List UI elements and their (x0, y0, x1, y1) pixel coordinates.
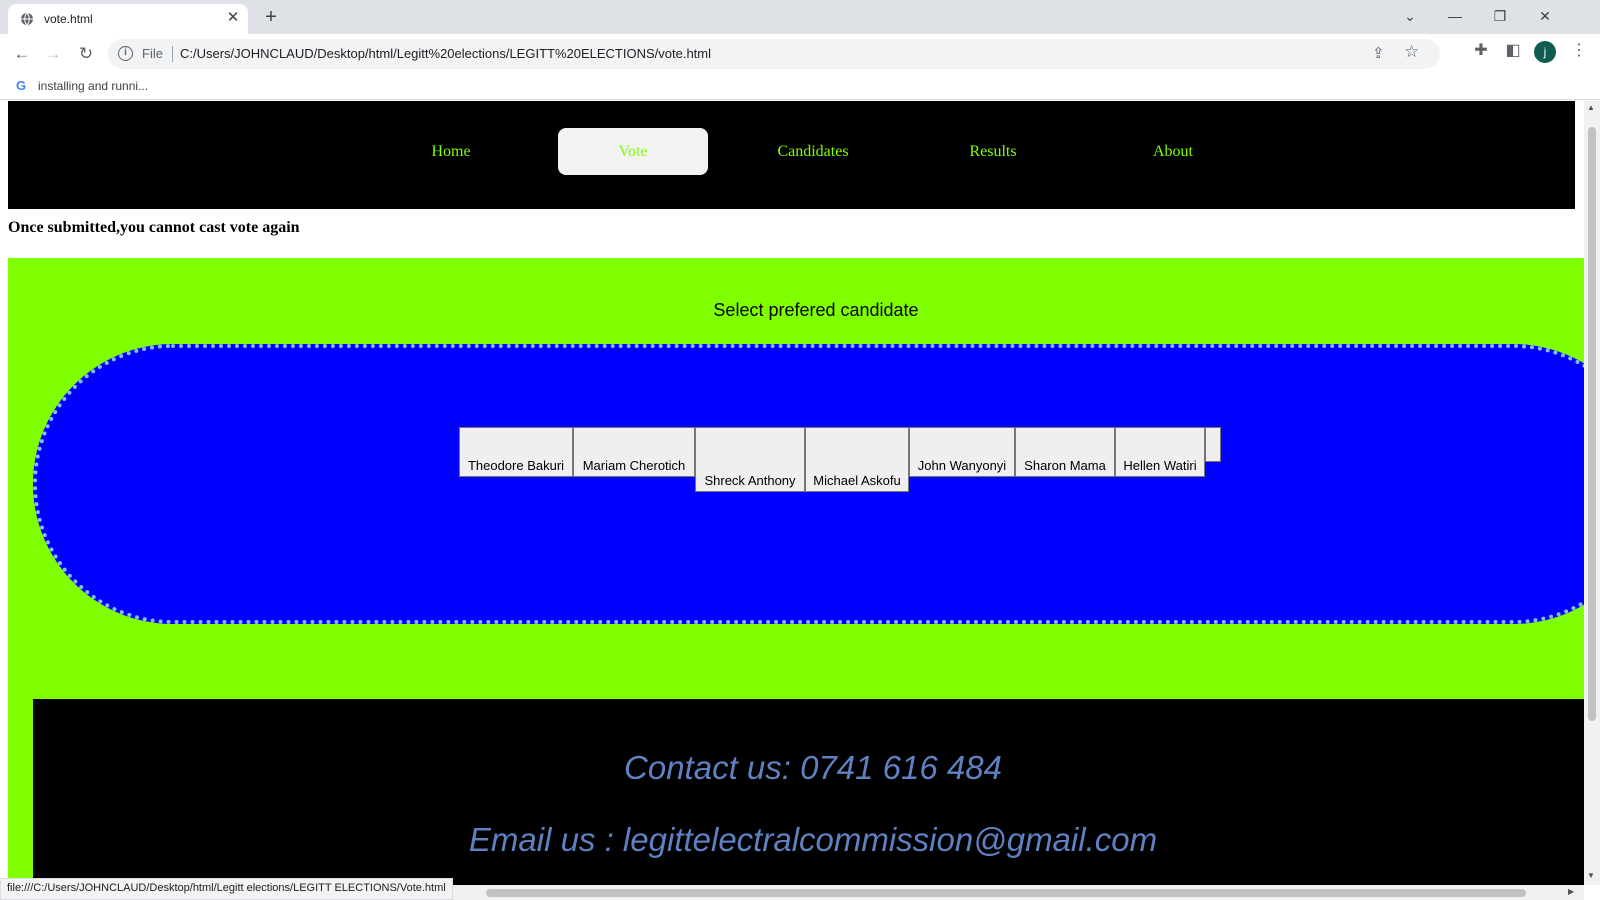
minimize-button[interactable]: — (1440, 4, 1470, 28)
vote-section: Select prefered candidate Theodore Bakur… (8, 258, 1584, 885)
scroll-right-icon[interactable]: ▶ (1568, 887, 1574, 896)
vote-warning: Once submitted,you cannot cast vote agai… (8, 219, 300, 236)
contact-footer: Contact us: 0741 616 484 Email us : legi… (33, 699, 1584, 885)
footer-contact: Contact us: 0741 616 484 (624, 749, 1002, 786)
tab-search-icon[interactable]: ⌄ (1395, 4, 1425, 28)
browser-tab-strip: vote.html ✕ + ⌄ — ❐ ✕ (0, 0, 1600, 34)
candidate-button[interactable]: Sharon Mama (1015, 427, 1115, 477)
restore-button[interactable]: ❐ (1485, 4, 1515, 28)
browser-toolbar: ← → ↻ i File C:/Users/JOHNCLAUD/Desktop/… (0, 34, 1600, 72)
candidate-button[interactable]: Theodore Bakuri (459, 427, 573, 477)
site-navbar: Home Vote Candidates Results About (8, 101, 1575, 209)
nav-about[interactable]: About (1098, 128, 1248, 175)
vertical-scrollbar[interactable]: ▲ ▼ (1584, 101, 1600, 885)
reload-button[interactable]: ↻ (74, 42, 98, 66)
bookmarks-bar: G installing and runni... (0, 72, 1600, 100)
scroll-up-icon[interactable]: ▲ (1587, 103, 1595, 112)
profile-avatar[interactable]: j (1534, 41, 1556, 63)
url-scheme: File (142, 46, 163, 61)
tab-close-icon[interactable]: ✕ (225, 9, 241, 27)
bookmark-item[interactable]: installing and runni... (38, 79, 148, 93)
bookmark-star-icon[interactable]: ☆ (1404, 42, 1419, 62)
browser-tab[interactable]: vote.html ✕ (8, 4, 248, 34)
side-panel-icon[interactable]: ◧ (1502, 40, 1524, 60)
nav-candidates[interactable]: Candidates (738, 128, 888, 175)
google-icon: G (16, 78, 27, 93)
url-text[interactable]: C:/Users/JOHNCLAUD/Desktop/html/Legitt%2… (180, 46, 711, 61)
ballot-panel: Theodore Bakuri Mariam Cherotich Shreck … (33, 344, 1584, 624)
share-icon[interactable]: ⇪ (1372, 44, 1385, 62)
nav-results[interactable]: Results (918, 128, 1068, 175)
divider (172, 46, 173, 62)
candidate-button[interactable]: John Wanyonyi (909, 427, 1015, 477)
scroll-down-icon[interactable]: ▼ (1587, 871, 1595, 880)
scrollbar-thumb[interactable] (486, 889, 1526, 897)
extensions-icon[interactable]: ✚ (1470, 40, 1492, 60)
close-window-button[interactable]: ✕ (1530, 4, 1560, 28)
site-info-icon[interactable]: i (118, 46, 133, 61)
address-bar[interactable]: i File C:/Users/JOHNCLAUD/Desktop/html/L… (108, 39, 1440, 69)
menu-icon[interactable]: ⋮ (1568, 40, 1590, 60)
page-viewport: Home Vote Candidates Results About Once … (0, 101, 1584, 885)
footer-email[interactable]: Email us : legittelectralcommission@gmai… (33, 821, 1584, 859)
candidate-button[interactable]: Mariam Cherotich (573, 427, 695, 477)
nav-home[interactable]: Home (376, 128, 526, 175)
candidate-button[interactable]: Shreck Anthony (695, 427, 805, 492)
submit-button[interactable] (1205, 427, 1221, 462)
vote-heading: Select prefered candidate (713, 300, 919, 320)
candidate-button[interactable]: Michael Askofu (805, 427, 909, 492)
scrollbar-thumb[interactable] (1588, 127, 1596, 721)
nav-vote[interactable]: Vote (558, 128, 708, 175)
back-button[interactable]: ← (10, 42, 34, 66)
new-tab-button[interactable]: + (260, 5, 282, 29)
forward-button[interactable]: → (41, 42, 65, 66)
tab-title: vote.html (44, 12, 93, 26)
globe-icon (21, 12, 33, 26)
candidate-button[interactable]: Hellen Watiri (1115, 427, 1205, 477)
status-url-bubble: file:///C:/Users/JOHNCLAUD/Desktop/html/… (0, 878, 453, 900)
